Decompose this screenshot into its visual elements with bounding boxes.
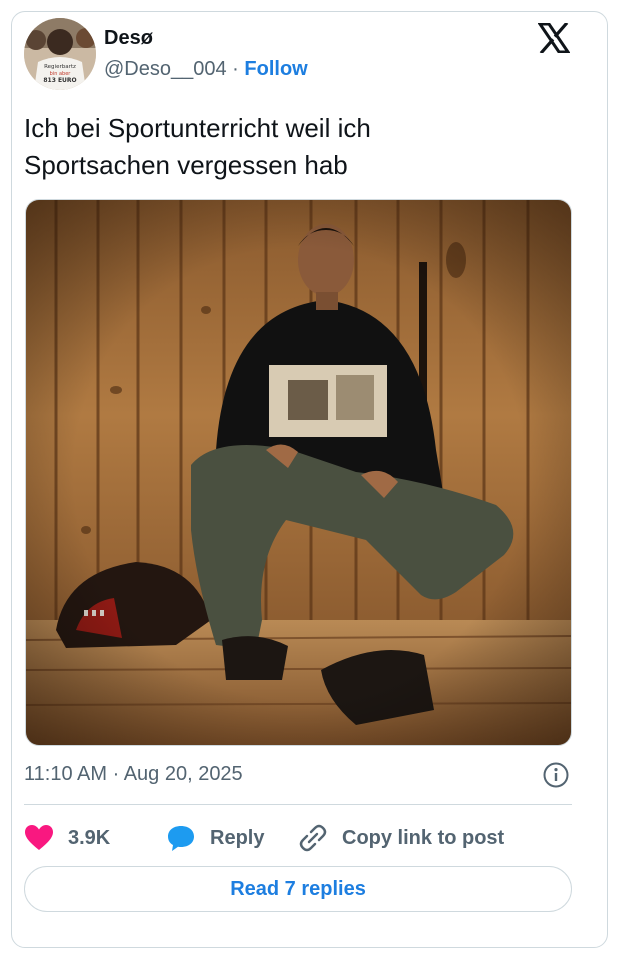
link-icon: [299, 824, 327, 852]
avatar-shirt-line1: Regierbartz: [44, 64, 76, 70]
photo-illustration: [26, 200, 571, 745]
speech-bubble-icon: [168, 826, 194, 851]
author-avatar[interactable]: Regierbartz bin aber 813 EURO: [24, 18, 96, 90]
author-name[interactable]: Desø: [104, 27, 153, 50]
x-logo-icon[interactable]: [538, 23, 570, 53]
divider: [24, 804, 572, 805]
like-button[interactable]: 3.9K: [24, 820, 110, 856]
copy-link-label: Copy link to post: [342, 826, 505, 849]
tweet-text-line1: Ich bei Sportunterricht weil ich: [24, 113, 371, 143]
tweet-photo[interactable]: [25, 199, 572, 746]
like-count: 3.9K: [68, 826, 111, 849]
heart-icon: [25, 825, 53, 850]
tweet-timestamp[interactable]: 11:10 AM · Aug 20, 2025: [24, 763, 243, 786]
avatar-photo: Regierbartz bin aber 813 EURO: [24, 18, 96, 90]
author-handle[interactable]: @Deso__004: [104, 58, 227, 80]
action-bar: 3.9K Reply Copy link to post: [24, 820, 572, 856]
copy-link-button[interactable]: Copy link to post: [298, 820, 504, 856]
follow-button[interactable]: Follow: [244, 58, 307, 80]
read-replies-button[interactable]: Read 7 replies: [24, 866, 572, 912]
avatar-shirt-line3: 813 EURO: [43, 77, 76, 84]
author-handle-row: @Deso__004 · Follow: [104, 58, 308, 81]
tweet-text-line2: Sportsachen vergessen hab: [24, 150, 348, 180]
reply-label: Reply: [210, 826, 265, 849]
info-icon[interactable]: [543, 762, 569, 788]
handle-separator: ·: [232, 58, 239, 80]
tweet-text: Ich bei Sportunterricht weil ich Sportsa…: [24, 110, 564, 184]
reply-button[interactable]: Reply: [166, 820, 264, 856]
